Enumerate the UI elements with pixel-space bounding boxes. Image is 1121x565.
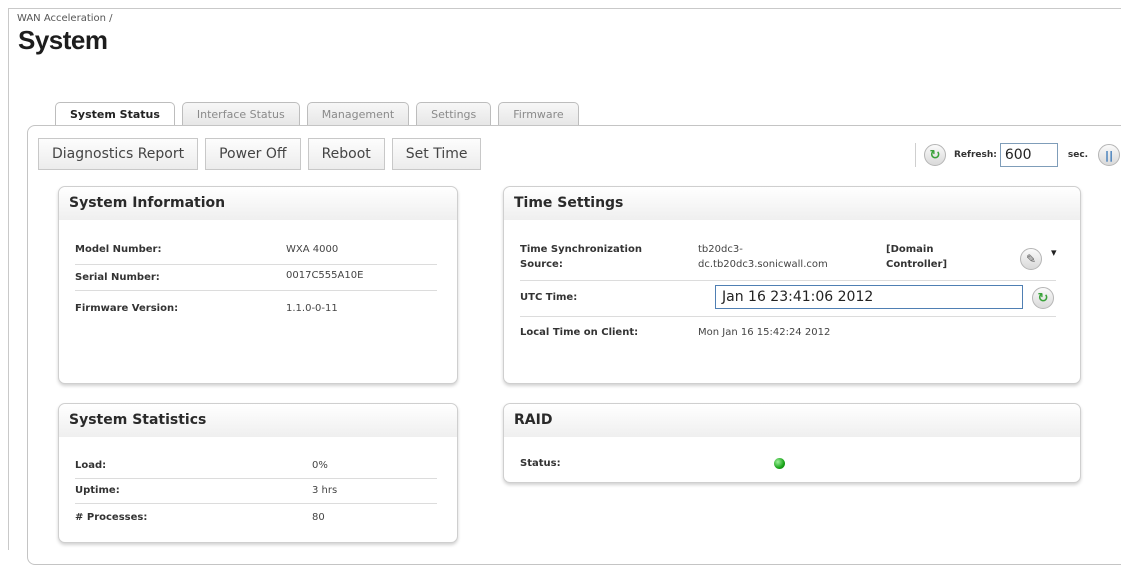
refresh-interval-input[interactable] (999, 143, 1058, 167)
serial-number-value: 0017C555A10E (286, 270, 364, 281)
tab-interface-status[interactable]: Interface Status (181, 102, 300, 126)
raid-panel: RAID Status: (503, 403, 1081, 483)
panel-title: RAID (504, 404, 1080, 437)
toolbar-divider (915, 143, 916, 167)
time-sync-source-label: Time Synchronization Source: (520, 242, 642, 272)
time-sync-type-line1: [Domain (886, 244, 934, 255)
breadcrumb[interactable]: WAN Acceleration / (17, 13, 113, 24)
time-sync-label-line1: Time Synchronization (520, 244, 642, 255)
processes-value: 80 (312, 512, 325, 523)
time-settings-panel: Time Settings Time Synchronization Sourc… (503, 186, 1081, 384)
panel-title: Time Settings (504, 187, 1080, 220)
pause-icon[interactable]: || (1098, 144, 1121, 166)
time-sync-source-type: [Domain Controller] (886, 242, 947, 272)
reboot-button[interactable]: Reboot (307, 138, 385, 170)
local-time-label: Local Time on Client: (520, 327, 639, 338)
table-row: Load: 0% (75, 454, 437, 479)
model-number-label: Model Number: (75, 244, 162, 255)
raid-status-label: Status: (520, 458, 561, 469)
local-time-value: Mon Jan 16 15:42:24 2012 (698, 327, 831, 338)
time-sync-host-line2: dc.tb20dc3.sonicwall.com (698, 259, 828, 270)
utc-time-label: UTC Time: (520, 292, 578, 303)
tab-bar: System Status Interface Status Managemen… (55, 102, 579, 127)
time-sync-host-line1: tb20dc3- (698, 244, 743, 255)
edit-icon[interactable]: ✎ (1020, 248, 1042, 270)
tab-system-status[interactable]: System Status (55, 102, 175, 127)
time-sync-type-line2: Controller] (886, 259, 948, 270)
uptime-label: Uptime: (75, 485, 120, 496)
sync-time-refresh-icon[interactable]: ↻ (1032, 287, 1054, 309)
toolbar: Diagnostics Report Power Off Reboot Set … (38, 138, 482, 170)
diagnostics-report-button[interactable]: Diagnostics Report (38, 138, 199, 170)
table-row: # Processes: 80 (75, 504, 437, 529)
tab-management[interactable]: Management (306, 102, 410, 126)
table-row: Model Number: WXA 4000 (75, 239, 437, 265)
table-row: Local Time on Client: Mon Jan 16 15:42:2… (520, 317, 1060, 347)
refresh-controls: ↻ Refresh: sec. || (915, 140, 1121, 170)
firmware-version-value: 1.1.0-0-11 (286, 303, 338, 314)
uptime-value: 3 hrs (312, 485, 338, 496)
time-sync-source-value: tb20dc3- dc.tb20dc3.sonicwall.com (698, 242, 828, 272)
raid-status-indicator (774, 458, 785, 469)
table-row: Uptime: 3 hrs (75, 479, 437, 504)
time-sync-label-line2: Source: (520, 259, 563, 270)
tab-firmware[interactable]: Firmware (498, 102, 579, 126)
panel-title: System Statistics (59, 404, 457, 437)
set-time-button[interactable]: Set Time (391, 138, 482, 170)
panel-title: System Information (59, 187, 457, 220)
table-row: Serial Number: 0017C555A10E (75, 265, 437, 291)
load-value: 0% (312, 460, 328, 471)
utc-time-field[interactable]: Jan 16 23:41:06 2012 (715, 285, 1023, 309)
page-title: System (18, 25, 108, 55)
firmware-version-label: Firmware Version: (75, 303, 179, 314)
table-row: Status: (520, 454, 1060, 476)
table-row: Firmware Version: 1.1.0-0-11 (75, 291, 437, 317)
table-row: UTC Time: Jan 16 23:41:06 2012 ↻ (520, 281, 1056, 317)
table-row: Time Synchronization Source: tb20dc3- dc… (520, 239, 1057, 281)
tab-settings[interactable]: Settings (416, 102, 492, 126)
load-label: Load: (75, 460, 107, 471)
dropdown-arrow-icon[interactable]: ▾ (1051, 246, 1057, 259)
refresh-label: Refresh: (954, 150, 997, 160)
system-statistics-panel: System Statistics Load: 0% Uptime: 3 hrs… (58, 403, 458, 543)
serial-number-label: Serial Number: (75, 272, 160, 283)
system-information-panel: System Information Model Number: WXA 400… (58, 186, 458, 384)
model-number-value: WXA 4000 (286, 244, 339, 255)
refresh-icon[interactable]: ↻ (924, 144, 946, 166)
processes-label: # Processes: (75, 512, 148, 523)
power-off-button[interactable]: Power Off (205, 138, 301, 170)
refresh-unit-label: sec. (1067, 150, 1089, 160)
